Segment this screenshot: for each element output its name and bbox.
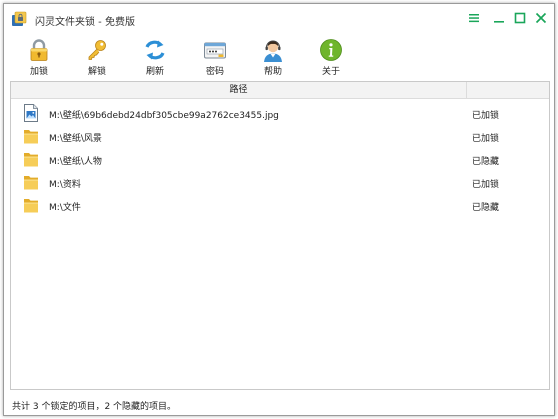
unlock-button-label: 解锁 <box>87 67 106 77</box>
table-row[interactable]: M:\文件 已隐藏 <box>11 194 549 217</box>
about-button[interactable]: 关于 <box>311 38 351 78</box>
row-path: M:\壁纸\风景 <box>49 134 102 144</box>
table-row[interactable]: M:\壁纸\风景 已加锁 <box>11 125 549 148</box>
key-icon <box>88 40 106 60</box>
unlock-button[interactable]: 解锁 <box>77 38 117 78</box>
image-file-icon <box>24 104 38 122</box>
lock-button[interactable]: 加锁 <box>19 38 59 78</box>
folder-icon <box>24 176 38 190</box>
maximize-icon[interactable] <box>512 10 528 26</box>
help-button[interactable]: 帮助 <box>253 38 293 78</box>
close-icon[interactable] <box>533 10 549 26</box>
support-agent-icon <box>264 40 282 62</box>
locked-items-list[interactable]: 路径 M:\壁纸\69b6debd24dbf305cbe99a2762ce345… <box>10 81 550 390</box>
refresh-button[interactable]: 刷新 <box>135 38 175 78</box>
status-summary: 共计 3 个锁定的项目，2 个隐藏的项目。 <box>12 402 177 412</box>
password-button-label: 密码 <box>205 67 224 77</box>
table-row[interactable]: M:\壁纸\人物 已隐藏 <box>11 148 549 171</box>
row-status: 已加锁 <box>472 180 500 190</box>
row-status: 已隐藏 <box>472 203 500 213</box>
column-header-status[interactable] <box>468 82 549 99</box>
password-button[interactable]: 密码 <box>195 38 235 78</box>
row-status: 已加锁 <box>472 134 500 144</box>
window-title: 闪灵文件夹锁 - 免费版 <box>35 17 135 28</box>
title-bar: 闪灵文件夹锁 - 免费版 <box>4 4 554 34</box>
app-window: 闪灵文件夹锁 - 免费版 加锁 解锁 刷新 密码 帮助 关于 路径 M:\壁纸\… <box>3 3 555 416</box>
table-row[interactable]: M:\资料 已加锁 <box>11 171 549 194</box>
password-icon <box>204 42 226 59</box>
info-icon <box>320 39 342 61</box>
about-button-label: 关于 <box>321 67 340 77</box>
row-path: M:\文件 <box>49 203 81 213</box>
column-header-path[interactable]: 路径 <box>11 82 467 99</box>
refresh-button-label: 刷新 <box>145 67 164 77</box>
row-path: M:\壁纸\69b6debd24dbf305cbe99a2762ce3455.j… <box>49 111 279 121</box>
table-row[interactable]: M:\壁纸\69b6debd24dbf305cbe99a2762ce3455.j… <box>11 102 549 125</box>
folder-icon <box>24 153 38 167</box>
row-path: M:\壁纸\人物 <box>49 157 102 167</box>
lock-icon <box>30 39 48 61</box>
folder-icon <box>24 199 38 213</box>
help-button-label: 帮助 <box>263 67 282 77</box>
minimize-icon[interactable] <box>491 10 507 26</box>
status-bar: 共计 3 个锁定的项目，2 个隐藏的项目。 <box>4 394 554 415</box>
row-status: 已加锁 <box>472 111 500 121</box>
row-status: 已隐藏 <box>472 157 500 167</box>
toolbar: 加锁 解锁 刷新 密码 帮助 关于 <box>4 34 554 79</box>
list-header: 路径 <box>11 82 549 99</box>
folder-icon <box>24 130 38 144</box>
menu-icon[interactable] <box>466 10 482 26</box>
lock-button-label: 加锁 <box>29 67 48 77</box>
refresh-icon <box>145 40 165 60</box>
app-logo-icon <box>12 11 27 26</box>
row-path: M:\资料 <box>49 180 81 190</box>
